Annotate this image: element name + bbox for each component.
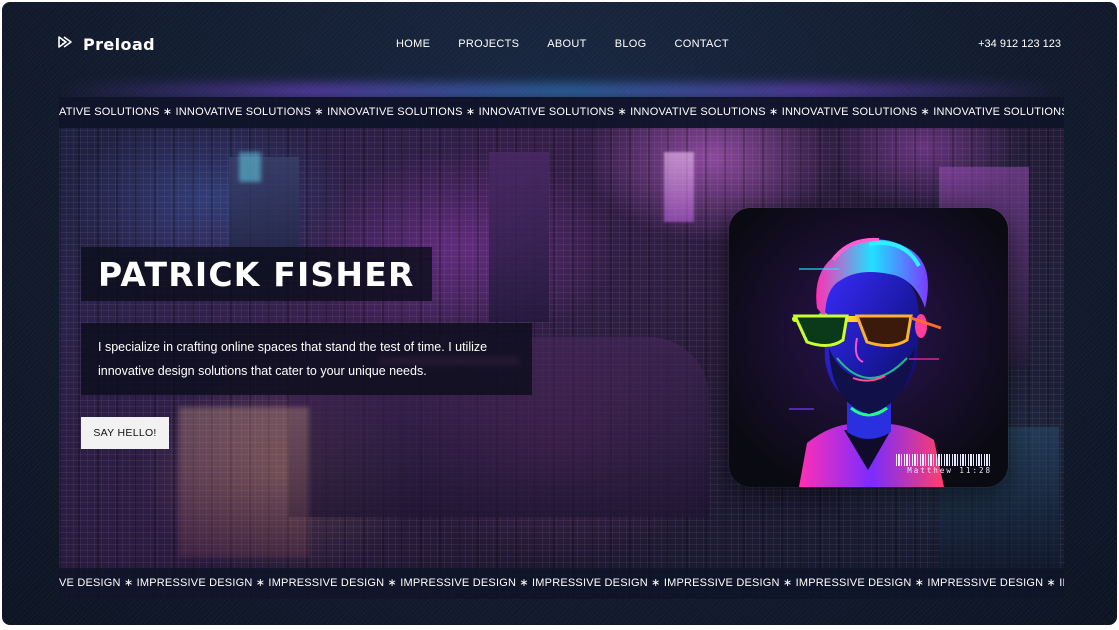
marquee-bottom-text: VE DESIGN ∗ IMPRESSIVE DESIGN ∗ IMPRESSI… (59, 577, 1064, 589)
nav-contact[interactable]: CONTACT (674, 38, 728, 50)
hero-description: I specialize in crafting online spaces t… (98, 340, 488, 378)
brand-logo[interactable]: Preload (57, 35, 155, 54)
hero-name-box: PATRICK FISHER (81, 247, 432, 301)
hero-description-box: I specialize in crafting online spaces t… (81, 323, 532, 395)
portrait-card: Matthew 11:28 (729, 208, 1008, 487)
marquee-top-text: ATIVE SOLUTIONS ∗ INNOVATIVE SOLUTIONS ∗… (59, 106, 1064, 118)
building-shape (664, 152, 694, 222)
neon-portrait-illustration (729, 208, 1008, 487)
building-shape (489, 152, 549, 322)
building-shape (239, 152, 261, 182)
nav-about[interactable]: ABOUT (547, 38, 586, 50)
phone-number[interactable]: +34 912 123 123 (978, 38, 1061, 50)
play-double-arrow-icon (57, 35, 75, 54)
hero-name: PATRICK FISHER (98, 254, 415, 294)
hero-section: ATIVE SOLUTIONS ∗ INNOVATIVE SOLUTIONS ∗… (59, 97, 1064, 599)
marquee-top: ATIVE SOLUTIONS ∗ INNOVATIVE SOLUTIONS ∗… (59, 97, 1064, 128)
nav-home[interactable]: HOME (396, 38, 430, 50)
marquee-bottom: VE DESIGN ∗ IMPRESSIVE DESIGN ∗ IMPRESSI… (59, 568, 1064, 599)
brand-name: Preload (83, 35, 155, 54)
building-shape (179, 407, 309, 557)
nav-projects[interactable]: PROJECTS (458, 38, 519, 50)
say-hello-button[interactable]: SAY HELLO! (81, 417, 169, 449)
nav-blog[interactable]: BLOG (615, 38, 647, 50)
barcode-graphic (896, 454, 992, 466)
portrait-caption: Matthew 11:28 (907, 466, 992, 475)
main-nav: HOME PROJECTS ABOUT BLOG CONTACT (396, 38, 757, 50)
neon-glow (59, 84, 1064, 98)
page-frame: Preload HOME PROJECTS ABOUT BLOG CONTACT… (2, 2, 1117, 625)
